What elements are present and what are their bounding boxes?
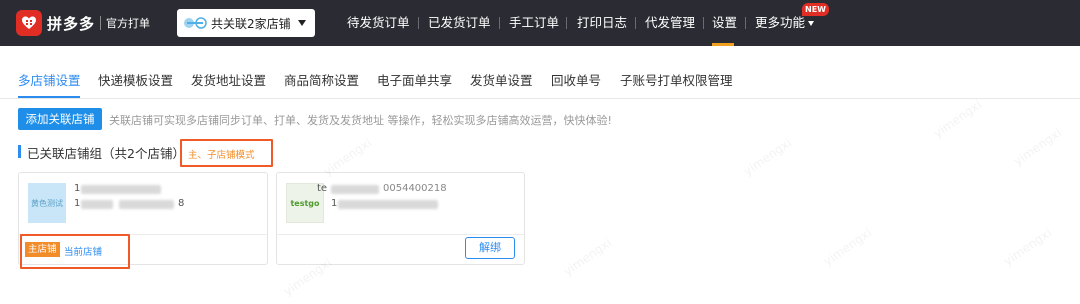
redacted-store-id — [119, 200, 174, 209]
new-badge: NEW — [802, 3, 829, 16]
redacted-store-id — [338, 200, 438, 209]
watermark-text: yimengxi — [1010, 125, 1065, 169]
section-marker — [18, 145, 21, 158]
redacted-store-name — [331, 185, 379, 194]
nav-divider — [635, 17, 636, 29]
caret-down-icon — [808, 21, 815, 26]
nav-divider — [499, 17, 500, 29]
card-divider — [277, 234, 524, 235]
chevron-down-icon — [298, 20, 306, 26]
nav-more-label: 更多功能 — [755, 15, 806, 30]
nav-print-log[interactable]: 打印日志 — [577, 0, 627, 46]
nav-dropship-management[interactable]: 代发管理 — [645, 0, 695, 46]
top-navigation-bar: 拼多多 官方打单 共关联2家店铺 待发货订单 已发货订单 手工订单 打印日志 代… — [0, 0, 1080, 46]
watermark-text: yimengxi — [560, 235, 615, 279]
store-selector-label: 共关联2家店铺 — [211, 16, 291, 31]
store-selector-dropdown[interactable]: 共关联2家店铺 — [177, 9, 315, 37]
active-nav-indicator — [712, 43, 734, 46]
unbind-store-button[interactable]: 解绑 — [465, 237, 515, 259]
store-thumbnail: 黄色测试 — [28, 183, 66, 223]
tab-invoice-settings[interactable]: 发货单设置 — [470, 70, 533, 89]
watermark-text: yimengxi — [740, 135, 795, 179]
brand-name: 拼多多 — [47, 14, 96, 33]
tab-subaccount-permissions[interactable]: 子账号打单权限管理 — [620, 70, 733, 89]
tab-product-shortname[interactable]: 商品简称设置 — [284, 70, 359, 89]
nav-pending-orders[interactable]: 待发货订单 — [347, 0, 410, 46]
store-id-partial: 1 — [74, 198, 81, 209]
nav-shipped-orders[interactable]: 已发货订单 — [428, 0, 491, 46]
nav-divider — [703, 17, 704, 29]
watermark-text: yimengxi — [930, 97, 985, 141]
pinduoduo-logo[interactable]: 拼多多 官方打单 — [16, 10, 150, 36]
redacted-store-id — [81, 200, 113, 209]
store-name-partial: 1 — [74, 183, 81, 194]
nav-settings[interactable]: 设置 — [712, 0, 737, 46]
tab-waybill-sharing[interactable]: 电子面单共享 — [377, 70, 452, 89]
tab-express-template[interactable]: 快递模板设置 — [98, 70, 173, 89]
nav-manual-orders[interactable]: 手工订单 — [509, 0, 559, 46]
link-stores-icon — [183, 17, 207, 29]
store-id-partial: 0054400218 — [383, 183, 447, 194]
linked-store-group-title: 已关联店铺组（共2个店铺） — [27, 146, 185, 161]
tabs-divider — [0, 98, 1080, 99]
store-id-partial: 1 — [331, 198, 338, 209]
main-store-highlight-box — [20, 234, 130, 269]
nav-divider — [745, 17, 746, 29]
store-name-partial: te — [317, 183, 328, 194]
nav-divider — [566, 17, 567, 29]
brand-subtitle: 官方打单 — [106, 17, 151, 30]
tab-shipping-address[interactable]: 发货地址设置 — [191, 70, 266, 89]
tab-multi-store[interactable]: 多店铺设置 — [18, 70, 81, 89]
store-id-suffix: 8 — [178, 198, 185, 209]
add-linked-store-button[interactable]: 添加关联店铺 — [18, 108, 102, 130]
pdd-logo-icon — [16, 10, 42, 36]
brand-divider — [100, 16, 102, 30]
main-sub-store-mode-label[interactable]: 主、子店铺模式 — [188, 147, 255, 161]
redacted-store-name — [81, 185, 161, 194]
watermark-text: yimengxi — [1000, 225, 1055, 269]
tab-recycle-tracking[interactable]: 回收单号 — [551, 70, 601, 89]
nav-divider — [418, 17, 419, 29]
linked-store-description: 关联店铺可实现多店铺同步订单、打单、发货及发货地址 等操作，轻松实现多店铺高效运… — [109, 114, 612, 127]
watermark-text: yimengxi — [820, 225, 875, 269]
